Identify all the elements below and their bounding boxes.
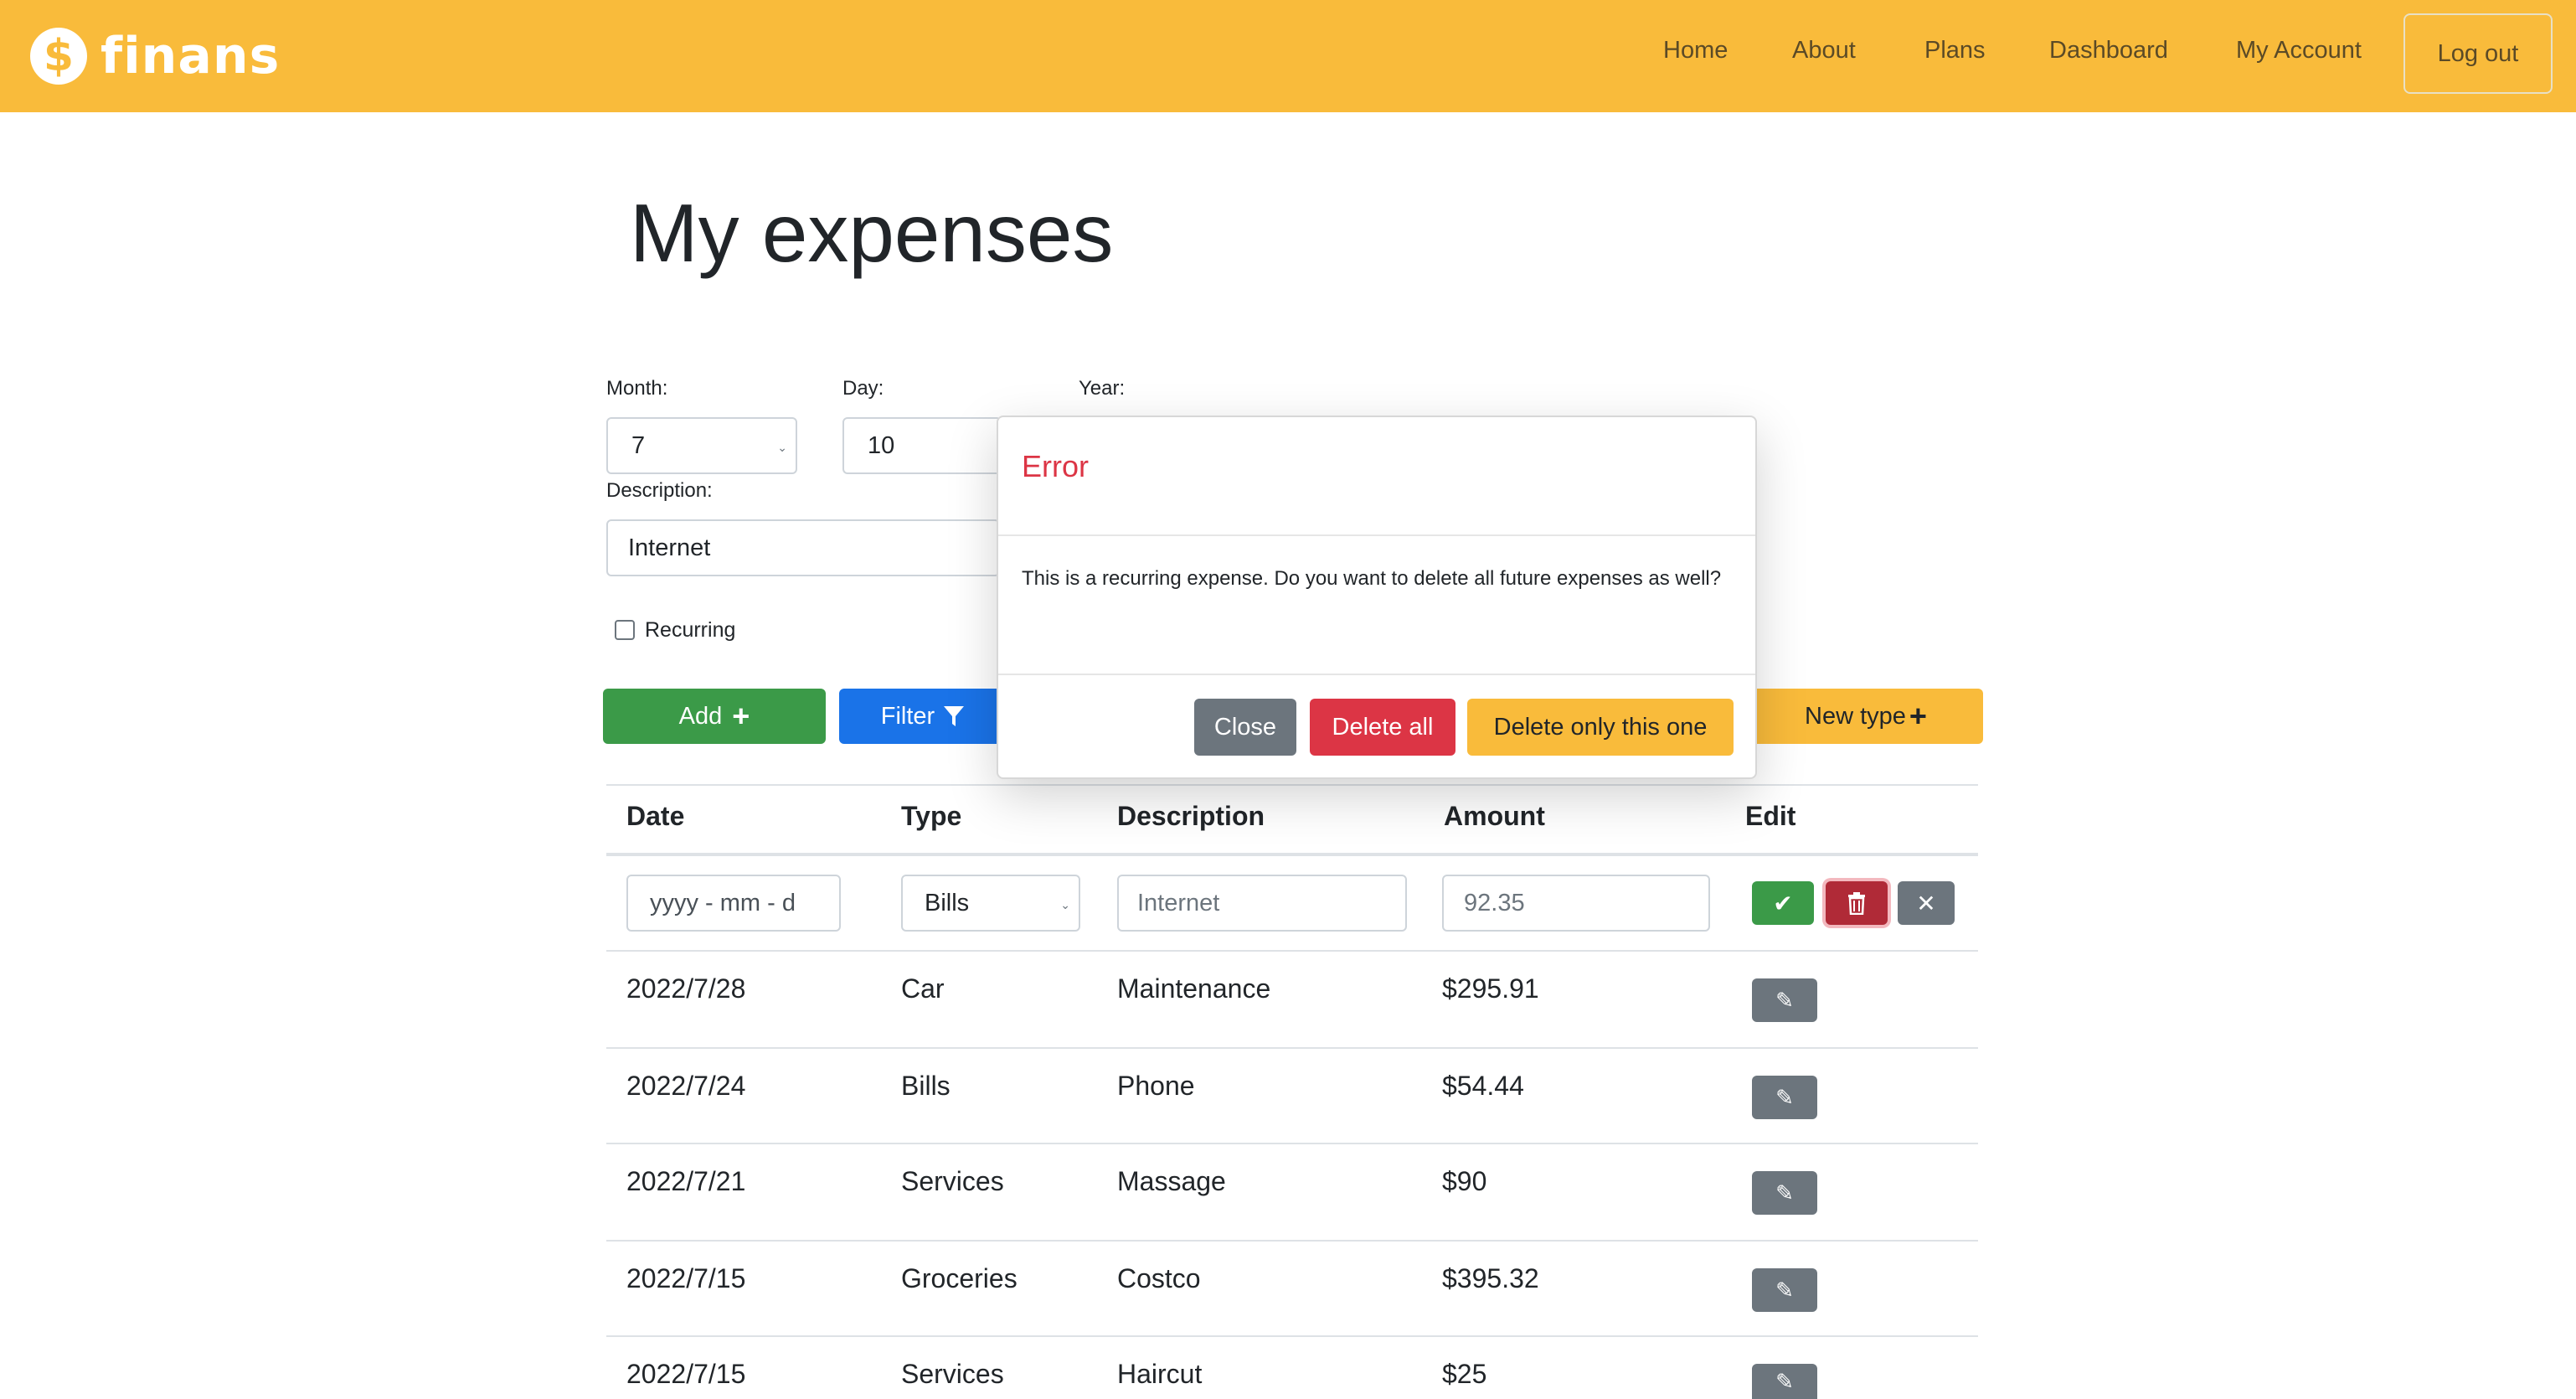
recurring-label: Recurring [645, 618, 736, 642]
edit-button[interactable]: ✎ [1752, 1076, 1817, 1119]
header-amount: Amount [1444, 801, 1545, 831]
error-modal: Error This is a recurring expense. Do yo… [997, 416, 1757, 779]
modal-body: This is a recurring expense. Do you want… [1022, 567, 1722, 590]
row-amount: $295.91 [1442, 973, 1539, 1004]
month-label: Month: [606, 377, 668, 400]
day-input[interactable]: 10 [842, 417, 1002, 474]
row-type: Groceries [901, 1263, 1018, 1293]
pencil-icon: ✎ [1775, 987, 1794, 1013]
month-select[interactable]: 7 ⌄ [606, 417, 797, 474]
add-label: Add [678, 702, 723, 730]
new-type-button[interactable]: New type + [1749, 689, 1983, 744]
chevron-down-icon: ⌄ [1060, 898, 1070, 911]
plus-icon: + [1909, 699, 1927, 733]
pencil-icon: ✎ [1775, 1180, 1794, 1205]
brand[interactable]: $ finans [30, 25, 280, 87]
date-input[interactable]: yyyy - mm - d [626, 875, 841, 932]
header-edit: Edit [1745, 801, 1796, 831]
table-header-border [606, 853, 1978, 856]
filter-icon [944, 706, 965, 726]
row-divider [606, 1143, 1978, 1144]
header-description: Description [1117, 801, 1265, 831]
day-label: Day: [842, 377, 884, 400]
nav-about[interactable]: About [1792, 37, 1856, 65]
nav-plans[interactable]: Plans [1924, 37, 1986, 65]
edit-button[interactable]: ✎ [1752, 1268, 1817, 1312]
add-button[interactable]: Add + [603, 689, 826, 744]
page-title: My expenses [630, 187, 1114, 279]
logout-button[interactable]: Log out [2403, 13, 2553, 94]
header-type: Type [901, 801, 962, 831]
modal-footer-divider [998, 674, 1755, 675]
day-value: 10 [868, 431, 895, 459]
nav-home[interactable]: Home [1663, 37, 1728, 65]
edit-description-value: Internet [1137, 889, 1220, 916]
edit-amount-input[interactable]: 92.35 [1442, 875, 1710, 932]
row-divider [606, 1240, 1978, 1242]
row-date: 2022/7/15 [626, 1263, 746, 1293]
description-value: Internet [628, 534, 711, 561]
recurring-checkbox[interactable] [615, 620, 635, 640]
close-icon: ✕ [1916, 890, 1936, 916]
edit-button[interactable]: ✎ [1752, 1171, 1817, 1215]
description-input[interactable]: Internet [606, 519, 1000, 576]
modal-header-divider [998, 534, 1755, 536]
row-divider [606, 1335, 1978, 1337]
type-value: Bills [925, 889, 970, 916]
edit-button[interactable]: ✎ [1752, 1364, 1817, 1399]
check-icon: ✔ [1773, 890, 1793, 916]
pencil-icon: ✎ [1775, 1277, 1794, 1303]
month-value: 7 [631, 431, 646, 459]
trash-icon [1848, 892, 1865, 915]
pencil-icon: ✎ [1775, 1084, 1794, 1110]
description-label: Description: [606, 479, 713, 502]
filter-button[interactable]: Filter [839, 689, 1007, 744]
cancel-button[interactable]: ✕ [1898, 881, 1955, 925]
delete-button[interactable] [1826, 881, 1888, 925]
row-date: 2022/7/21 [626, 1166, 746, 1196]
table-top-border [606, 784, 1978, 786]
row-date: 2022/7/24 [626, 1071, 746, 1101]
row-description: Phone [1117, 1071, 1195, 1101]
brand-name: finans [100, 27, 281, 85]
filter-label: Filter [880, 702, 935, 730]
plus-icon: + [732, 699, 750, 733]
nav-my-account[interactable]: My Account [2236, 37, 2362, 65]
new-type-label: New type [1805, 702, 1906, 730]
row-divider [606, 1047, 1978, 1049]
navbar: $ finans Home About Plans Dashboard My A… [0, 0, 2576, 112]
header-date: Date [626, 801, 685, 831]
delete-only-this-one-button[interactable]: Delete only this one [1467, 699, 1734, 756]
chevron-down-icon: ⌄ [777, 441, 787, 454]
modal-title: Error [1022, 449, 1089, 483]
row-description: Haircut [1117, 1359, 1203, 1389]
row-amount: $54.44 [1442, 1071, 1524, 1101]
edit-description-input[interactable]: Internet [1117, 875, 1407, 932]
dollar-icon: $ [30, 28, 87, 85]
row-date: 2022/7/15 [626, 1359, 746, 1389]
close-button[interactable]: Close [1194, 699, 1296, 756]
confirm-button[interactable]: ✔ [1752, 881, 1814, 925]
row-amount: $395.32 [1442, 1263, 1539, 1293]
row-amount: $90 [1442, 1166, 1487, 1196]
row-type: Services [901, 1359, 1004, 1389]
pencil-icon: ✎ [1775, 1368, 1794, 1394]
row-type: Bills [901, 1071, 951, 1101]
row-divider [606, 950, 1978, 952]
nav-dashboard[interactable]: Dashboard [2049, 37, 2168, 65]
year-label: Year: [1079, 377, 1126, 400]
delete-all-button[interactable]: Delete all [1310, 699, 1455, 756]
row-type: Car [901, 973, 945, 1004]
type-select[interactable]: Bills ⌄ [901, 875, 1080, 932]
row-description: Maintenance [1117, 973, 1271, 1004]
edit-button[interactable]: ✎ [1752, 978, 1817, 1022]
row-description: Costco [1117, 1263, 1201, 1293]
edit-amount-value: 92.35 [1464, 889, 1525, 916]
row-date: 2022/7/28 [626, 973, 746, 1004]
row-amount: $25 [1442, 1359, 1487, 1389]
row-type: Services [901, 1166, 1004, 1196]
row-description: Massage [1117, 1166, 1226, 1196]
date-placeholder: yyyy - mm - d [650, 889, 796, 916]
